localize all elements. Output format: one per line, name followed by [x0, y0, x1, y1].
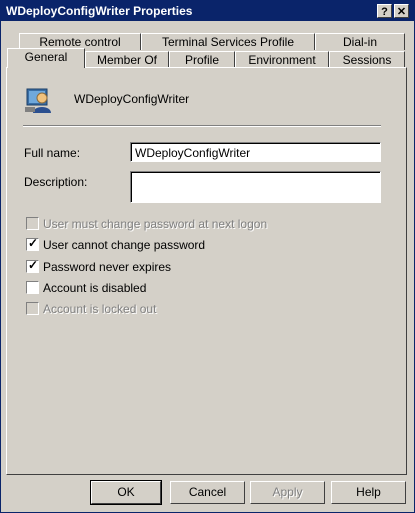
- tab-environment[interactable]: Environment: [235, 51, 329, 68]
- account-locked-out-checkbox[interactable]: [26, 302, 39, 315]
- tab-general[interactable]: General: [7, 48, 85, 68]
- help-button[interactable]: Help: [331, 481, 406, 504]
- full-name-field[interactable]: WDeployConfigWriter: [130, 142, 381, 162]
- help-title-button[interactable]: ?: [377, 4, 392, 18]
- must-change-password-checkbox[interactable]: [26, 217, 39, 230]
- properties-window: WDeployConfigWriter Properties ? ✕ Remot…: [0, 0, 415, 513]
- ok-button[interactable]: OK: [90, 480, 162, 505]
- tab-member-of[interactable]: Member Of: [85, 51, 169, 68]
- description-field[interactable]: [130, 171, 381, 203]
- account-disabled-label: Account is disabled: [43, 281, 147, 295]
- full-name-value[interactable]: WDeployConfigWriter: [131, 143, 380, 161]
- description-label: Description:: [24, 175, 88, 189]
- account-disabled-checkbox[interactable]: [26, 281, 39, 294]
- cannot-change-password-checkbox[interactable]: ✓: [26, 236, 39, 251]
- description-value[interactable]: [131, 172, 380, 202]
- must-change-password-label: User must change password at next logon: [43, 217, 268, 231]
- close-title-button[interactable]: ✕: [394, 4, 409, 18]
- title-bar[interactable]: WDeployConfigWriter Properties ? ✕: [1, 1, 414, 21]
- tab-profile[interactable]: Profile: [169, 51, 235, 68]
- tab-sessions[interactable]: Sessions: [329, 51, 405, 68]
- full-name-label: Full name:: [24, 146, 81, 160]
- check-mark-icon: ✓: [28, 236, 39, 250]
- account-locked-out-label: Account is locked out: [43, 302, 157, 316]
- check-mark-icon: ✓: [28, 258, 39, 272]
- password-never-expires-label: Password never expires: [43, 260, 172, 274]
- password-never-expires-checkbox[interactable]: ✓: [26, 258, 39, 273]
- cannot-change-password-label: User cannot change password: [43, 238, 206, 252]
- user-display-name: WDeployConfigWriter: [74, 92, 190, 106]
- cancel-button[interactable]: Cancel: [170, 481, 245, 504]
- apply-button[interactable]: Apply: [250, 481, 325, 504]
- tab-dial-in[interactable]: Dial-in: [315, 33, 405, 50]
- tab-terminal-services-profile[interactable]: Terminal Services Profile: [141, 33, 315, 50]
- user-icon: [25, 88, 51, 113]
- separator: [23, 125, 381, 127]
- window-title: WDeployConfigWriter Properties: [6, 4, 193, 18]
